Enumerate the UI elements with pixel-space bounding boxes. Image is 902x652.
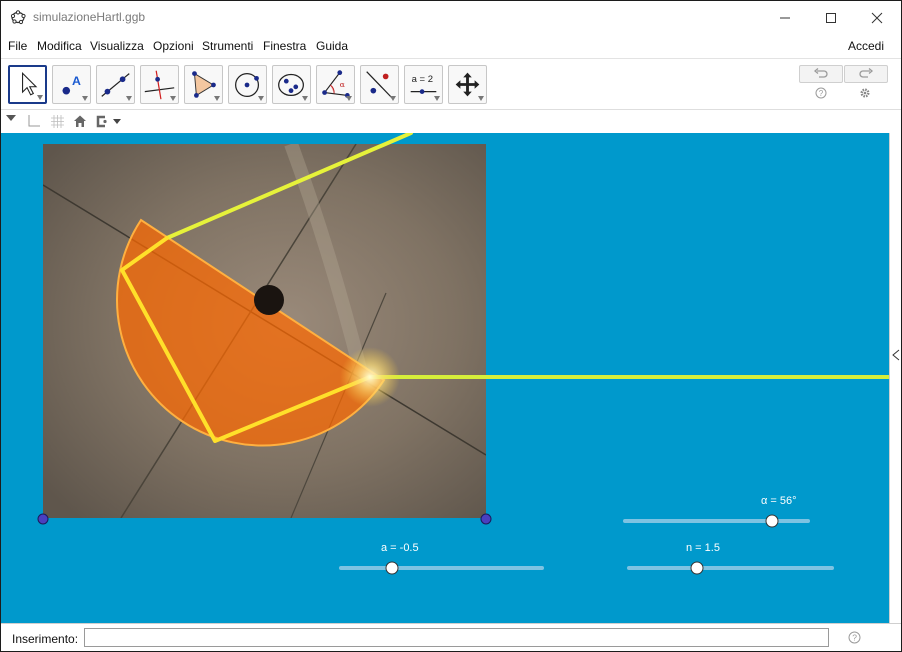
geogebra-window: simulazioneHartl.ggb File Modifica Visua… — [0, 0, 902, 652]
help-icon[interactable]: ? — [815, 87, 827, 99]
tool-polygon[interactable] — [184, 65, 223, 104]
tool-reflect[interactable] — [360, 65, 399, 104]
undo-icon — [813, 68, 828, 78]
stylebar-toggle-icon[interactable] — [6, 115, 16, 121]
tool-move[interactable] — [8, 65, 47, 104]
slider-a[interactable] — [339, 561, 544, 575]
undo-button[interactable] — [799, 65, 843, 83]
menu-opzioni[interactable]: Opzioni — [153, 39, 194, 53]
slider-n-handle[interactable] — [690, 561, 704, 575]
window-title: simulazioneHartl.ggb — [33, 10, 146, 24]
tool-circle[interactable] — [228, 65, 267, 104]
svg-text:?: ? — [819, 89, 824, 98]
slider-n[interactable] — [627, 561, 834, 575]
settings-gear-icon[interactable] — [859, 87, 871, 99]
input-bar: Inserimento: ? — [1, 623, 901, 651]
style-bar — [1, 109, 901, 134]
close-button[interactable] — [854, 1, 900, 34]
home-icon[interactable] — [73, 114, 87, 128]
sign-in-link[interactable]: Accedi — [848, 39, 884, 53]
svg-text:a = 2: a = 2 — [412, 74, 433, 85]
redo-button[interactable] — [844, 65, 888, 83]
slider-a-label: a = -0.5 — [381, 542, 419, 554]
title-bar: simulazioneHartl.ggb — [1, 1, 901, 34]
svg-text:α: α — [340, 80, 345, 89]
menu-modifica[interactable]: Modifica — [37, 39, 82, 53]
corner-point-left[interactable] — [37, 513, 49, 525]
tool-menu-arrow-icon — [37, 95, 43, 100]
point-capturing-icon[interactable] — [94, 115, 124, 128]
svg-text:A: A — [72, 74, 81, 88]
graphics-view[interactable]: α = 56° a = -0.5 n = 1.5 — [1, 133, 889, 623]
menu-finestra[interactable]: Finestra — [263, 39, 306, 53]
slider-a-handle[interactable] — [385, 561, 399, 575]
close-icon — [871, 12, 883, 23]
tool-point[interactable]: A — [52, 65, 91, 104]
minimize-icon — [780, 17, 790, 18]
slider-alpha[interactable] — [623, 514, 810, 528]
corner-point-right[interactable] — [480, 513, 492, 525]
redo-icon — [859, 68, 874, 78]
tool-move-graphics-view[interactable] — [448, 65, 487, 104]
maximize-button[interactable] — [808, 1, 854, 34]
grid-icon[interactable] — [50, 114, 65, 129]
graphics-canvas — [37, 133, 889, 575]
tool-slider[interactable]: a = 2 — [404, 65, 443, 104]
tool-line[interactable] — [96, 65, 135, 104]
input-label: Inserimento: — [12, 632, 79, 646]
sidebar-toggle-strip[interactable] — [889, 133, 901, 623]
menu-visualizza[interactable]: Visualizza — [90, 39, 144, 53]
slider-n-label: n = 1.5 — [686, 542, 720, 554]
light-glow — [340, 347, 400, 407]
axes-icon[interactable] — [26, 114, 41, 129]
input-field[interactable] — [84, 628, 829, 647]
menu-strumenti[interactable]: Strumenti — [202, 39, 253, 53]
menu-file[interactable]: File — [8, 39, 27, 53]
tool-perpendicular-line[interactable] — [140, 65, 179, 104]
center-mark — [254, 285, 284, 315]
input-help-icon[interactable]: ? — [848, 631, 861, 644]
slider-alpha-handle[interactable] — [765, 514, 779, 528]
tool-ellipse[interactable] — [272, 65, 311, 104]
svg-text:?: ? — [852, 633, 857, 643]
maximize-icon — [826, 12, 836, 23]
menu-guida[interactable]: Guida — [316, 39, 348, 53]
tool-angle[interactable]: α — [316, 65, 355, 104]
collapse-arrow-icon — [892, 349, 900, 361]
toolbar: A α a = 2 ? — [1, 58, 901, 110]
menu-bar: File Modifica Visualizza Opzioni Strumen… — [1, 34, 901, 58]
slider-alpha-label: α = 56° — [761, 495, 797, 507]
minimize-button[interactable] — [762, 1, 808, 34]
geogebra-logo-icon — [10, 10, 26, 25]
